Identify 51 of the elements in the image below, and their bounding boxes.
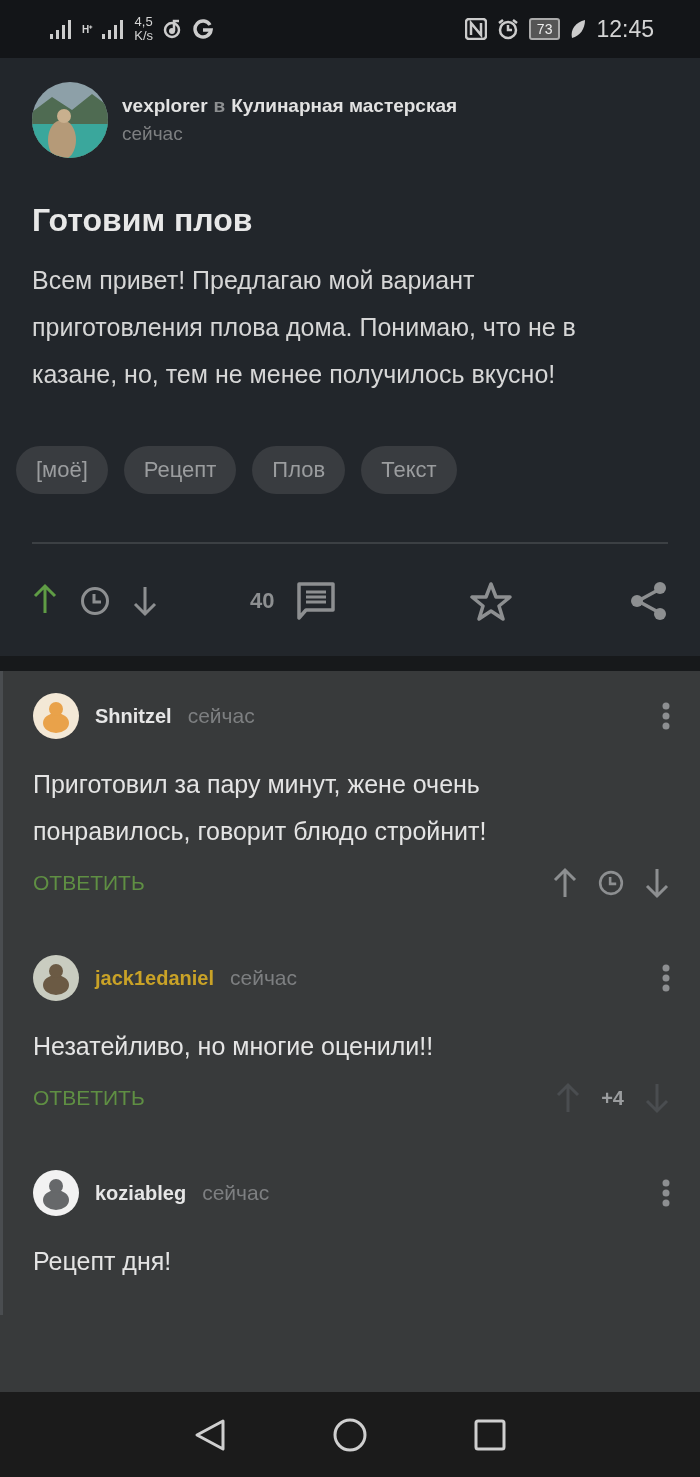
signal-icon <box>50 19 72 39</box>
tag-chip[interactable]: Текст <box>361 446 457 494</box>
clock-time: 12:45 <box>596 15 654 43</box>
preposition: в <box>213 95 226 117</box>
comment-author[interactable]: jack1edaniel <box>95 966 214 990</box>
share-icon[interactable] <box>630 581 668 621</box>
reply-link[interactable]: ОТВЕТИТЬ <box>33 1086 145 1110</box>
community-name[interactable]: Кулинарная мастерская <box>231 95 458 117</box>
upvote-icon[interactable] <box>552 867 578 899</box>
more-icon[interactable] <box>662 1179 670 1207</box>
recents-icon[interactable] <box>474 1418 507 1451</box>
comment-time: сейчас <box>202 1181 270 1205</box>
comment-score: +4 <box>601 1086 624 1110</box>
back-icon[interactable] <box>193 1417 226 1452</box>
comment-time: сейчас <box>229 966 297 990</box>
speed-unit: K/s <box>134 29 154 43</box>
post-title: Готовим плов <box>32 202 254 239</box>
avatar[interactable] <box>33 1170 79 1216</box>
avatar[interactable] <box>33 955 79 1001</box>
battery-indicator: 73 <box>528 18 561 40</box>
tag-chip[interactable]: [моё] <box>16 446 108 494</box>
network-speed: 4,5 <box>134 15 153 29</box>
comment-text: Незатейливо, но многие оценили!! <box>33 1031 435 1062</box>
comment-time: сейчас <box>187 704 255 728</box>
nfc-icon <box>464 18 487 40</box>
clock-icon <box>80 586 110 616</box>
network-type: H⁺ <box>82 23 93 36</box>
downvote-icon[interactable] <box>644 867 670 899</box>
reply-link[interactable]: ОТВЕТИТЬ <box>33 871 145 895</box>
home-icon[interactable] <box>333 1417 367 1452</box>
post-body: Всем привет! Предлагаю мой вариант приготовления плова дома. Понимаю, что не в казане, но, тем не менее получилось вкусно! <box>32 265 577 390</box>
comment-author[interactable]: Shnitzel <box>95 704 172 728</box>
comment-text: Рецепт дня! <box>33 1246 173 1277</box>
more-icon[interactable] <box>662 702 670 730</box>
upvote-icon[interactable] <box>32 583 58 615</box>
comment-count: 40 <box>250 588 275 614</box>
tag-chip[interactable]: Рецепт <box>123 446 237 494</box>
clock-icon <box>598 870 624 896</box>
signal-icon <box>102 19 125 39</box>
comment-icon[interactable] <box>296 581 337 621</box>
comment-text: Приготовил за пару минут, жене очень понравилось, говорит блюдо стройнит! <box>33 769 488 847</box>
author-name[interactable]: vexplorer <box>122 95 208 117</box>
alarm-icon <box>496 18 519 40</box>
leaf-icon <box>570 19 587 39</box>
more-icon[interactable] <box>662 964 670 992</box>
downvote-icon[interactable] <box>132 585 158 617</box>
post-time: сейчас <box>122 123 184 145</box>
comment-author[interactable]: koziableg <box>95 1181 187 1205</box>
star-icon[interactable] <box>470 581 513 621</box>
avatar[interactable] <box>33 693 79 739</box>
tag-chip[interactable]: Плов <box>252 446 346 494</box>
